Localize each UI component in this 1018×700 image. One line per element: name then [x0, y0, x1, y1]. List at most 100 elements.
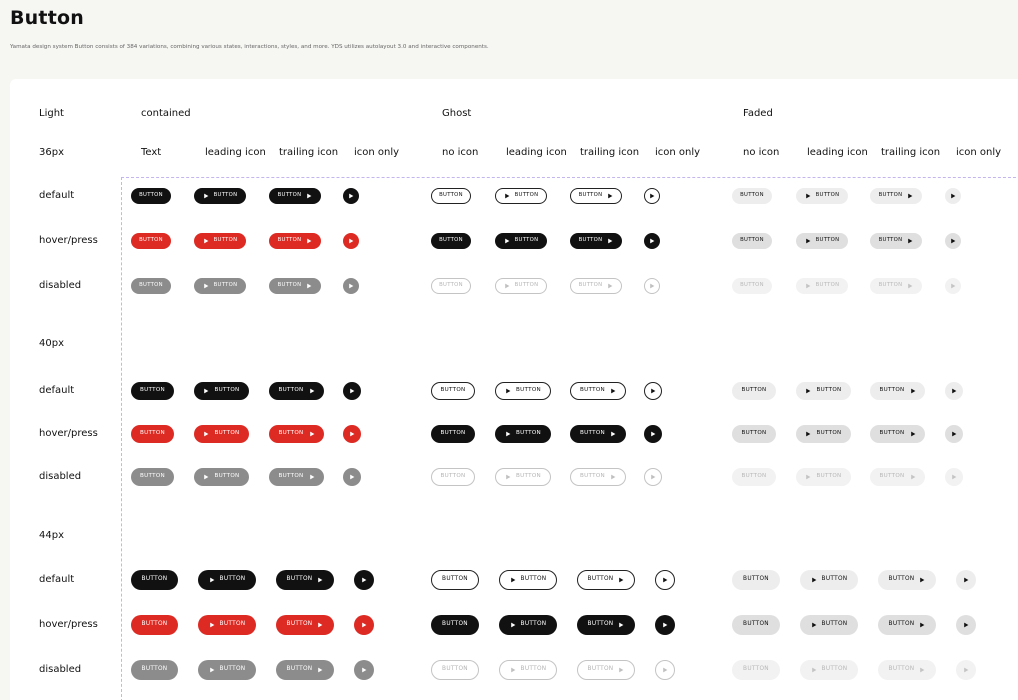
faded-trailing-button[interactable]: BUTTON: [878, 570, 936, 590]
contained-text-button[interactable]: BUTTON: [131, 382, 174, 400]
play-icon: [349, 388, 355, 394]
faded-leading-button[interactable]: BUTTON: [800, 570, 858, 590]
faded-leading-button[interactable]: BUTTON: [796, 425, 851, 443]
button-label: BUTTON: [514, 237, 539, 244]
ghost-trailing-button[interactable]: BUTTON: [570, 425, 626, 443]
faded-text-button[interactable]: BUTTON: [732, 425, 776, 443]
ghost-text-button[interactable]: BUTTON: [431, 382, 475, 400]
play-icon: [510, 667, 516, 673]
column-header-6: trailing icon: [580, 147, 640, 158]
ghost-leading-button[interactable]: BUTTON: [495, 425, 551, 443]
button-label: BUTTON: [278, 387, 304, 394]
contained-iconOnly-button[interactable]: [354, 570, 374, 590]
ghost-leading-button: BUTTON: [495, 278, 547, 294]
contained-trailing-button: BUTTON: [269, 468, 324, 486]
faded-trailing-button[interactable]: BUTTON: [870, 382, 925, 400]
faded-iconOnly-button[interactable]: [945, 425, 963, 443]
column-header-2: trailing icon: [279, 147, 339, 158]
faded-iconOnly-button[interactable]: [945, 188, 961, 204]
faded-text-button[interactable]: BUTTON: [732, 615, 780, 635]
contained-iconOnly-button[interactable]: [343, 425, 361, 443]
ghost-text-button[interactable]: BUTTON: [431, 425, 475, 443]
button-label: BUTTON: [213, 192, 238, 199]
button-label: BUTTON: [879, 387, 905, 394]
faded-trailing-button[interactable]: BUTTON: [870, 425, 925, 443]
button-label: BUTTON: [821, 576, 848, 583]
play-icon: [618, 667, 624, 673]
ghost-text-button: BUTTON: [431, 278, 471, 294]
contained-text-button[interactable]: BUTTON: [131, 425, 174, 443]
play-icon: [306, 238, 312, 244]
faded-leading-button[interactable]: BUTTON: [796, 188, 848, 204]
contained-trailing-button[interactable]: BUTTON: [276, 570, 334, 590]
contained-trailing-button[interactable]: BUTTON: [269, 233, 321, 249]
button-label: BUTTON: [286, 666, 313, 673]
contained-trailing-button[interactable]: BUTTON: [269, 188, 321, 204]
contained-leading-button[interactable]: BUTTON: [194, 425, 249, 443]
faded-trailing-button[interactable]: BUTTON: [870, 233, 922, 249]
button-label: BUTTON: [587, 666, 614, 673]
contained-text-button[interactable]: BUTTON: [131, 615, 178, 635]
contained-leading-button[interactable]: BUTTON: [194, 188, 246, 204]
contained-iconOnly-button[interactable]: [354, 615, 374, 635]
ghost-text-button[interactable]: BUTTON: [431, 570, 479, 590]
ghost-iconOnly-button[interactable]: [655, 615, 675, 635]
faded-iconOnly-button[interactable]: [945, 382, 963, 400]
contained-leading-button[interactable]: BUTTON: [194, 382, 249, 400]
contained-leading-button[interactable]: BUTTON: [198, 615, 256, 635]
ghost-trailing-button[interactable]: BUTTON: [577, 570, 635, 590]
contained-iconOnly-button[interactable]: [343, 188, 359, 204]
faded-leading-button[interactable]: BUTTON: [796, 382, 851, 400]
contained-trailing-button[interactable]: BUTTON: [269, 382, 324, 400]
faded-trailing-button[interactable]: BUTTON: [878, 615, 936, 635]
ghost-trailing-button[interactable]: BUTTON: [570, 188, 622, 204]
contained-leading-button[interactable]: BUTTON: [194, 233, 246, 249]
ghost-iconOnly-button[interactable]: [644, 188, 660, 204]
faded-iconOnly-button[interactable]: [956, 615, 976, 635]
faded-iconOnly-button[interactable]: [945, 233, 961, 249]
contained-trailing-button[interactable]: BUTTON: [269, 425, 324, 443]
ghost-iconOnly-button[interactable]: [644, 425, 662, 443]
ghost-iconOnly-button[interactable]: [644, 382, 662, 400]
button-label: BUTTON: [515, 430, 542, 437]
faded-text-button[interactable]: BUTTON: [732, 233, 772, 249]
contained-text-button[interactable]: BUTTON: [131, 233, 171, 249]
contained-text-button[interactable]: BUTTON: [131, 188, 171, 204]
play-icon: [209, 577, 215, 583]
ghost-leading-button[interactable]: BUTTON: [495, 188, 547, 204]
contained-text-button[interactable]: BUTTON: [131, 570, 178, 590]
play-icon: [907, 283, 913, 289]
ghost-iconOnly-button[interactable]: [644, 233, 660, 249]
contained-iconOnly-button[interactable]: [343, 233, 359, 249]
play-icon: [505, 431, 511, 437]
button-label: BUTTON: [821, 621, 848, 628]
faded-iconOnly-button[interactable]: [956, 570, 976, 590]
ghost-leading-button[interactable]: BUTTON: [495, 233, 547, 249]
ghost-trailing-button[interactable]: BUTTON: [570, 382, 626, 400]
faded-text-button[interactable]: BUTTON: [732, 570, 780, 590]
button-label: BUTTON: [815, 237, 840, 244]
faded-trailing-button[interactable]: BUTTON: [870, 188, 922, 204]
ghost-leading-button[interactable]: BUTTON: [495, 382, 551, 400]
faded-leading-button[interactable]: BUTTON: [800, 615, 858, 635]
faded-leading-button[interactable]: BUTTON: [796, 233, 848, 249]
button-label: BUTTON: [515, 387, 542, 394]
contained-trailing-button[interactable]: BUTTON: [276, 615, 334, 635]
ghost-text-button[interactable]: BUTTON: [431, 188, 471, 204]
ghost-trailing-button[interactable]: BUTTON: [570, 233, 622, 249]
contained-iconOnly-button[interactable]: [343, 382, 361, 400]
ghost-leading-button[interactable]: BUTTON: [499, 570, 557, 590]
ghost-leading-button[interactable]: BUTTON: [499, 615, 557, 635]
button-label: BUTTON: [821, 666, 848, 673]
button-label: BUTTON: [743, 666, 769, 673]
ghost-text-button[interactable]: BUTTON: [431, 615, 479, 635]
ghost-text-button[interactable]: BUTTON: [431, 233, 471, 249]
contained-leading-button[interactable]: BUTTON: [198, 570, 256, 590]
play-icon: [349, 431, 355, 437]
faded-text-button[interactable]: BUTTON: [732, 382, 776, 400]
faded-text-button[interactable]: BUTTON: [732, 188, 772, 204]
ghost-iconOnly-button[interactable]: [655, 570, 675, 590]
play-icon: [361, 622, 367, 628]
ghost-trailing-button[interactable]: BUTTON: [577, 615, 635, 635]
button-label: BUTTON: [879, 473, 905, 480]
